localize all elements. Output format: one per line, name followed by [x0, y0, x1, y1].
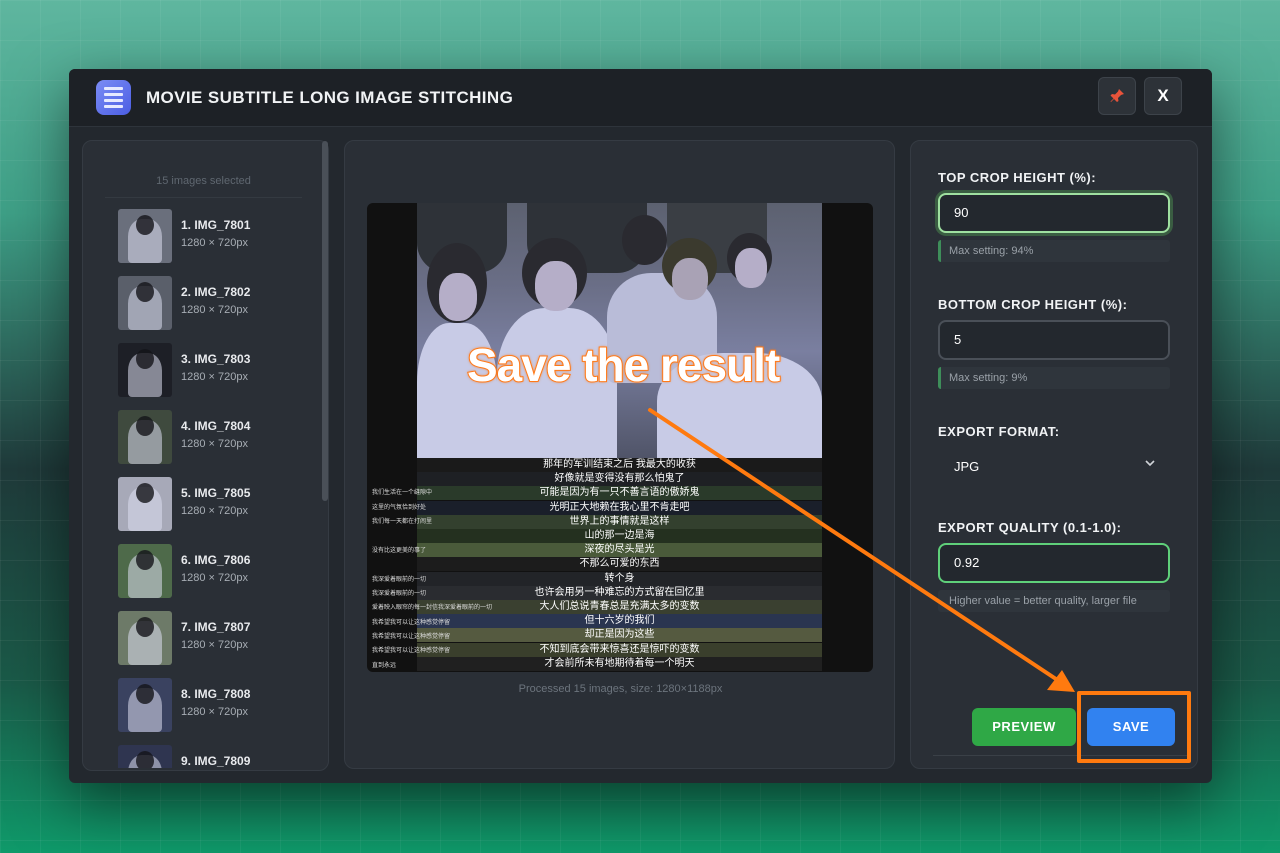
save-highlight-box [1077, 691, 1191, 763]
